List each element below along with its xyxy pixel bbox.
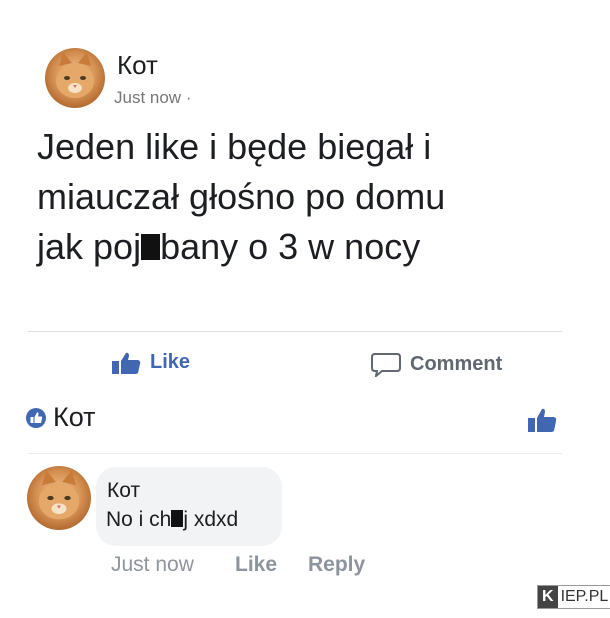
site-watermark: K IEP.PL [537,585,610,609]
post-text-line-1: Jeden like i będe biegał i [37,126,432,167]
post-time-text[interactable]: Just now [114,88,181,107]
like-reaction-icon [25,407,47,429]
comment-author-avatar[interactable] [27,466,91,530]
comment-button[interactable]: Comment [371,351,502,377]
censor-block [171,510,184,527]
comment-text-start: No i ch [106,508,172,531]
audience-separator: · [185,88,192,107]
watermark-rest: IEP.PL [557,586,610,608]
post-text: Jeden like i będe biegał i miauczał głoś… [37,122,577,272]
comment-bubble-icon [371,351,401,377]
thumbs-up-icon [111,352,141,374]
comment-author-name[interactable]: Кот [107,479,140,503]
post-author-avatar[interactable] [45,48,105,108]
post-text-line-3-end: bany o 3 w nocy [160,226,421,267]
comment-text-end: j xdxd [183,508,239,531]
likes-summary-name[interactable]: Кот [53,402,96,433]
like-button[interactable]: Like [111,351,190,374]
like-button-label: Like [150,351,191,373]
comment-timestamp[interactable]: Just now [111,553,194,577]
post-text-line-3: jak poj bany o 3 w nocy [37,222,577,272]
comments-divider [28,453,562,454]
watermark-k: K [538,586,558,608]
post-text-line-2: miauczał głośno po domu [37,176,446,217]
comment-text: No i ch j xdxd [106,508,238,532]
post-divider [28,331,562,332]
post-text-line-3-start: jak poj [37,226,142,267]
comment-button-label: Comment [410,352,503,375]
comment-like-button[interactable]: Like [235,553,277,577]
post-author-name[interactable]: Кот [117,50,158,81]
censor-block [141,234,161,260]
post-timestamp[interactable]: Just now · [114,88,192,108]
comment-reply-button[interactable]: Reply [308,553,365,577]
thumbs-up-icon[interactable] [527,408,557,437]
likes-summary[interactable]: Кот [25,402,96,433]
